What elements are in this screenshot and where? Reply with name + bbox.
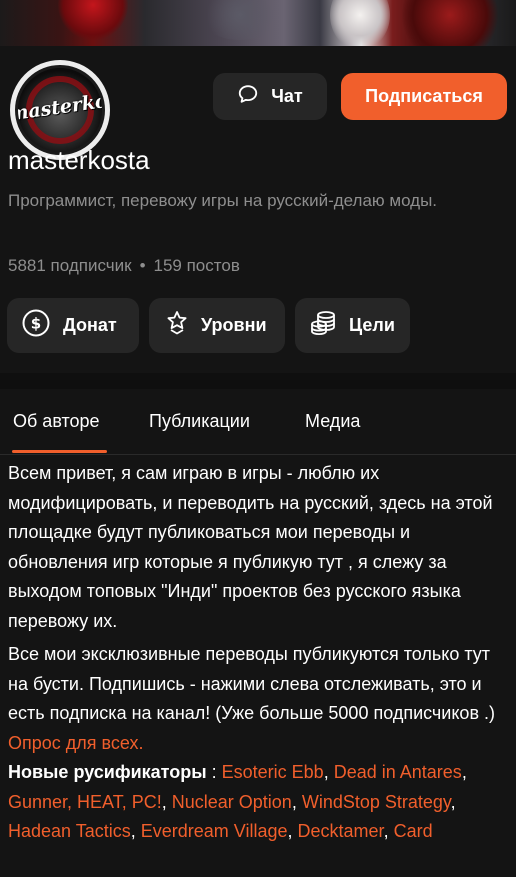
link-separator: , [323,762,334,782]
link-separator: , [130,821,141,841]
translation-link[interactable]: Decktamer [298,821,384,841]
profile-username: masterkosta [8,145,150,175]
profile-header: masterkosta Чат Подписаться masterkosta … [0,46,516,373]
donate-button[interactable]: $ Донат [7,298,139,353]
levels-button[interactable]: Уровни [149,298,285,353]
chat-bubble-icon [237,83,259,110]
profile-bio: Программист, перевожу игры на русский-де… [8,191,438,210]
subscribe-button-label: Подписаться [365,86,483,106]
about-section: Всем привет, я сам играю в игры - люблю … [0,455,516,877]
translation-link[interactable]: Gunner, HEAT, PC! [8,792,162,812]
levels-label: Уровни [201,315,267,335]
link-separator: , [461,762,467,782]
new-translations-heading: Новые русификаторы [8,762,207,782]
translation-link[interactable]: Everdream Village [141,821,288,841]
translation-link[interactable]: Esoteric Ebb [222,762,324,782]
goals-button[interactable]: Цели [295,298,410,353]
profile-tabs: Об авторе Публикации Медиа [0,389,516,455]
profile-stats: 5881 подписчик • 159 постов [8,256,240,276]
subscriber-count: 5881 подписчик [8,256,132,275]
avatar-logo: masterkosta [15,85,105,126]
about-paragraph-1: Всем привет, я сам играю в игры - люблю … [8,463,493,631]
tab-publications[interactable]: Публикации [149,411,250,432]
poll-link[interactable]: Опрос для всех. [8,733,144,753]
svg-text:$: $ [31,315,41,333]
link-separator: , [291,791,302,812]
translation-link[interactable]: Card [394,821,433,841]
avatar-image: masterkosta [15,65,105,155]
translation-link[interactable]: Hadean Tactics [8,821,131,841]
chat-button[interactable]: Чат [213,73,327,120]
heading-colon: : [206,762,222,782]
subscribe-button[interactable]: Подписаться [341,73,507,120]
link-separator: , [383,821,394,841]
active-tab-indicator [12,450,107,453]
link-separator: , [450,791,456,812]
new-translations: Новые русификаторы : Esoteric Ebb, Dead … [8,758,508,847]
dollar-circle-icon: $ [21,308,51,343]
about-paragraph-2: Все мои эксклюзивные переводы публикуютс… [8,640,508,758]
link-separator: , [287,821,298,841]
tab-media[interactable]: Медиа [305,411,360,432]
donate-label: Донат [63,315,117,335]
translation-link[interactable]: Dead in Antares [334,762,462,782]
coins-stack-icon [309,310,337,341]
stats-separator: • [139,256,146,275]
translation-link[interactable]: Nuclear Option [172,792,292,812]
post-count: 159 постов [153,256,240,275]
goals-label: Цели [349,315,395,335]
about-paragraph-2-text: Все мои эксклюзивные переводы публикуютс… [8,644,496,723]
star-levels-icon [165,310,189,341]
link-separator: , [161,791,172,812]
tab-about[interactable]: Об авторе [13,411,100,432]
profile-banner [0,0,516,46]
chat-button-label: Чат [271,86,303,106]
translation-link[interactable]: WindStop Strategy [302,792,451,812]
